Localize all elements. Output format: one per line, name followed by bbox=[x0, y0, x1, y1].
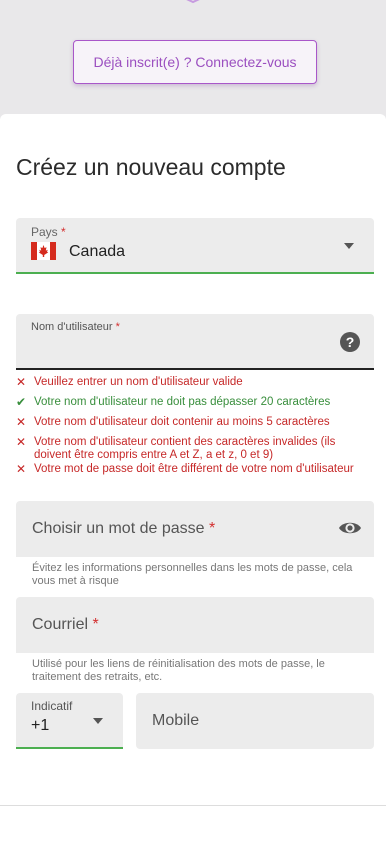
rule-item: ✕ Votre mot de passe doit être différent… bbox=[16, 463, 374, 476]
page-title: Créez un nouveau compte bbox=[16, 154, 286, 180]
country-select[interactable]: Pays * Canada bbox=[16, 218, 374, 274]
mobile-placeholder: Mobile bbox=[152, 712, 200, 729]
rule-text: Veuillez entrer un nom d'utilisateur val… bbox=[34, 376, 243, 388]
cross-icon: ✕ bbox=[16, 435, 27, 449]
rule-text: Votre mot de passe doit être différent d… bbox=[34, 463, 354, 475]
rule-text: Votre nom d'utilisateur contient des car… bbox=[34, 436, 336, 461]
rule-item: ✔ Votre nom d'utilisateur ne doit pas dé… bbox=[16, 396, 374, 409]
divider bbox=[0, 805, 386, 806]
password-field[interactable]: Choisir un mot de passe * bbox=[16, 501, 374, 557]
check-icon: ✔ bbox=[16, 395, 27, 409]
password-placeholder: Choisir un mot de passe * bbox=[32, 520, 216, 537]
cross-icon: ✕ bbox=[16, 375, 27, 389]
mobile-field[interactable]: Mobile bbox=[136, 693, 374, 749]
username-rules: ✕ Veuillez entrer un nom d'utilisateur v… bbox=[16, 376, 374, 483]
top-area: Déjà inscrit(e) ? Connectez-vous bbox=[0, 0, 386, 118]
country-label: Pays * bbox=[31, 225, 66, 239]
cross-icon: ✕ bbox=[16, 462, 27, 476]
signup-card: Créez un nouveau compte Pays * Canada No… bbox=[0, 114, 386, 844]
email-hint: Utilisé pour les liens de réinitialisati… bbox=[32, 658, 325, 683]
phone-prefix-select[interactable]: Indicatif +1 bbox=[16, 693, 123, 749]
rule-item: ✕ Votre nom d'utilisateur contient des c… bbox=[16, 436, 374, 462]
rule-item: ✕ Veuillez entrer un nom d'utilisateur v… bbox=[16, 376, 374, 389]
password-hint: Évitez les informations personnelles dan… bbox=[32, 562, 353, 587]
country-value: Canada bbox=[69, 243, 126, 260]
username-label: Nom d'utilisateur * bbox=[31, 321, 120, 333]
canada-flag-icon bbox=[31, 242, 56, 260]
chevron-down-icon bbox=[93, 718, 103, 724]
logo-icon bbox=[186, 0, 200, 4]
prefix-label: Indicatif bbox=[31, 699, 73, 713]
username-field[interactable]: Nom d'utilisateur * ? bbox=[16, 314, 374, 370]
rule-text: Votre nom d'utilisateur doit contenir au… bbox=[34, 416, 330, 428]
email-placeholder: Courriel * bbox=[32, 616, 99, 633]
question-mark-icon[interactable]: ? bbox=[340, 332, 360, 352]
cross-icon: ✕ bbox=[16, 415, 27, 429]
chevron-down-icon bbox=[344, 243, 354, 249]
rule-text: Votre nom d'utilisateur ne doit pas dépa… bbox=[34, 396, 331, 408]
eye-icon[interactable] bbox=[338, 518, 362, 538]
email-field[interactable]: Courriel * bbox=[16, 597, 374, 653]
prefix-value: +1 bbox=[31, 717, 50, 734]
rule-item: ✕ Votre nom d'utilisateur doit contenir … bbox=[16, 416, 374, 429]
login-button[interactable]: Déjà inscrit(e) ? Connectez-vous bbox=[73, 40, 317, 84]
